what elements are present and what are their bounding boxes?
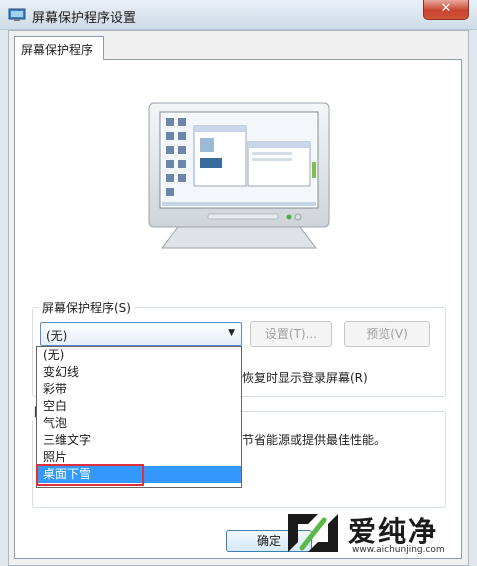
tab-label: 屏幕保护程序 [21,43,94,57]
monitor-preview [148,102,330,255]
dropdown-option[interactable]: 空白 [37,398,241,415]
screensaver-group-label: 屏幕保护程序(S) [39,299,134,316]
resume-login-checkbox-label[interactable]: 恢复时显示登录屏幕(R) [242,369,368,386]
annotation-highlight-box [36,464,144,486]
watermark-brand: 爱纯净 [348,515,439,548]
monitor-illustration [148,102,330,249]
brand-logo-icon [288,514,338,552]
window-title: 屏幕保护程序设置 [32,11,137,26]
dropdown-option[interactable]: 彩带 [37,381,241,398]
title-bar: 屏幕保护程序设置 ✕ [0,0,477,30]
dropdown-option[interactable]: 气泡 [37,415,241,432]
preview-button[interactable]: 预览(V) [344,321,430,347]
screensaver-select[interactable]: (无) ▼ [40,322,242,346]
chevron-down-icon: ▼ [228,328,235,338]
settings-button[interactable]: 设置(T)... [250,321,332,347]
screensaver-select-value: (无) [46,329,68,343]
display-settings-icon [8,8,26,21]
dropdown-option[interactable]: (无) [37,347,241,364]
dropdown-option[interactable]: 变幻线 [37,364,241,381]
watermark-url: www.aichunjing.com [352,545,445,555]
close-icon: ✕ [440,1,452,16]
tab-screensaver[interactable]: 屏幕保护程序 [14,36,104,60]
power-description: 节省能源或提供最佳性能。 [242,433,387,447]
close-button[interactable]: ✕ [423,0,469,20]
dropdown-option[interactable]: 三维文字 [37,432,241,449]
